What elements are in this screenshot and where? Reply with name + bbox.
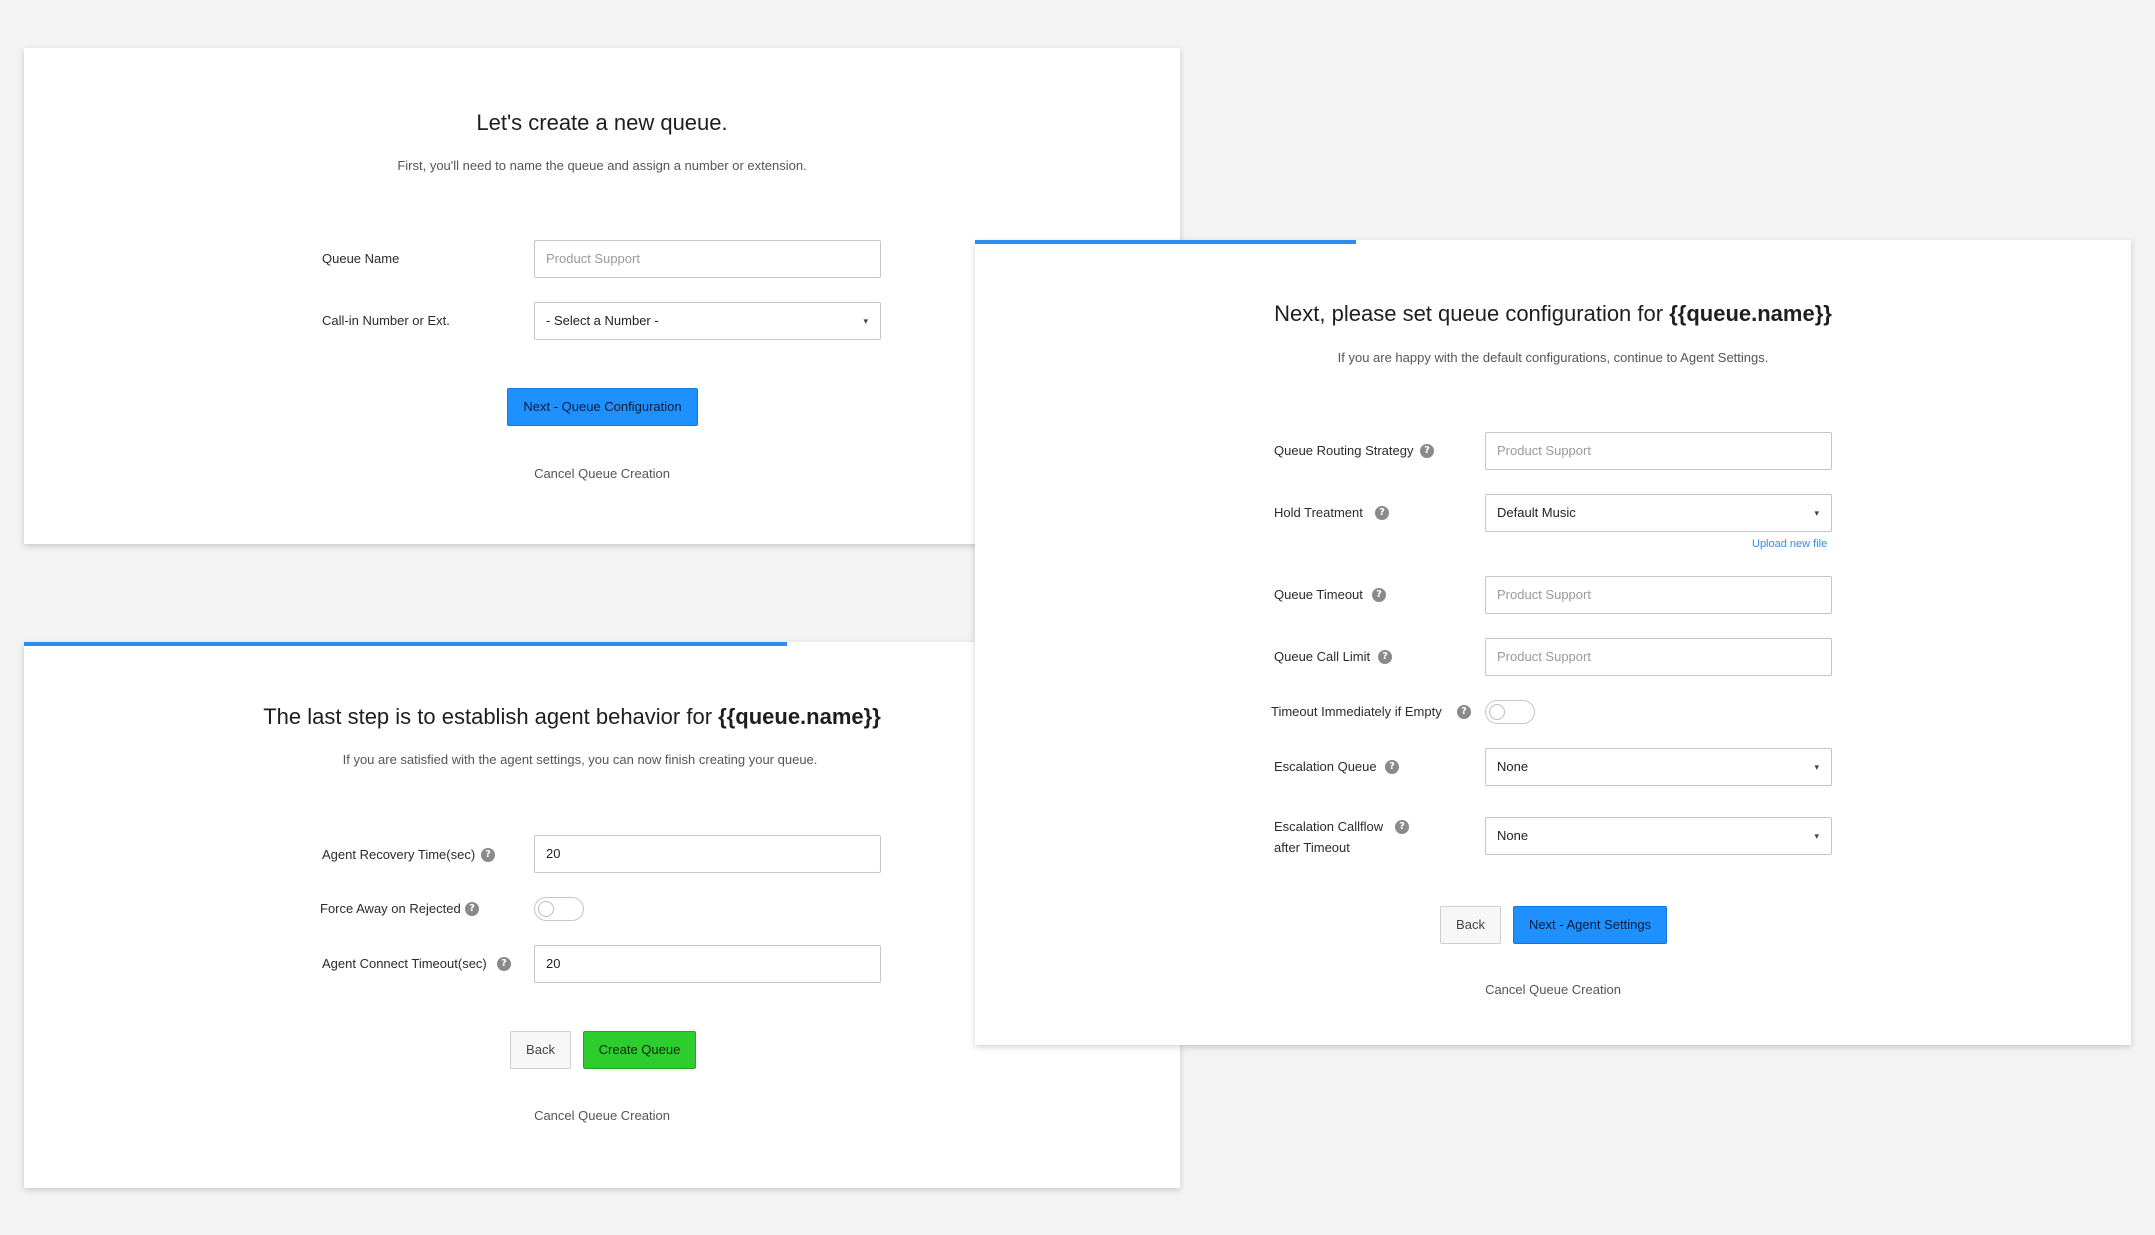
callin-number-select[interactable]: - Select a Number - ▾ — [534, 302, 881, 340]
step3-title-var: {{queue.name}} — [718, 704, 881, 729]
chevron-down-icon: ▾ — [1814, 831, 1819, 841]
step2-progress-bar — [975, 240, 1357, 244]
help-icon[interactable]: ? — [1385, 760, 1399, 774]
chevron-down-icon: ▾ — [863, 316, 868, 326]
step1-title: Let's create a new queue. — [476, 110, 728, 135]
agent-connect-timeout-label: Agent Connect Timeout(sec) — [322, 956, 487, 971]
timeout-empty-toggle[interactable] — [1485, 700, 1535, 724]
help-icon[interactable]: ? — [1375, 506, 1389, 520]
queue-call-limit-label: Queue Call Limit — [1274, 649, 1371, 664]
hold-treatment-value: Default Music — [1497, 505, 1576, 520]
cancel-queue-creation-link[interactable]: Cancel Queue Creation — [1453, 982, 1653, 997]
help-icon[interactable]: ? — [1457, 705, 1471, 719]
queue-name-label: Queue Name — [322, 251, 400, 266]
callin-number-value: - Select a Number - — [546, 313, 659, 328]
queue-call-limit-input[interactable]: Product Support — [1485, 638, 1832, 676]
help-icon[interactable]: ? — [497, 957, 511, 971]
step3-progress-bar — [24, 642, 787, 646]
toggle-knob — [538, 901, 554, 917]
help-icon[interactable]: ? — [1395, 820, 1409, 834]
force-away-label: Force Away on Rejected — [320, 901, 461, 916]
routing-strategy-label: Queue Routing Strategy — [1274, 443, 1414, 458]
help-icon[interactable]: ? — [1378, 650, 1392, 664]
create-queue-button[interactable]: Create Queue — [583, 1031, 696, 1069]
next-agent-settings-button[interactable]: Next - Agent Settings — [1513, 906, 1667, 944]
escalation-callflow-value: None — [1497, 828, 1529, 843]
agent-recovery-label: Agent Recovery Time(sec) — [322, 847, 476, 862]
step2-title: Next, please set queue configuration for… — [975, 301, 2131, 327]
back-button[interactable]: Back — [1440, 906, 1501, 944]
step2-subtitle: If you are happy with the default config… — [1337, 350, 1769, 365]
step1-subtitle: First, you'll need to name the queue and… — [397, 158, 807, 173]
hold-treatment-select[interactable]: Default Music ▾ — [1485, 494, 1832, 532]
cancel-queue-creation-link[interactable]: Cancel Queue Creation — [502, 1108, 702, 1123]
escalation-callflow-label: Escalation Callflow after Timeout — [1274, 816, 1383, 858]
step3-title-text: The last step is to establish agent beha… — [263, 704, 719, 729]
chevron-down-icon: ▾ — [1814, 762, 1819, 772]
help-icon[interactable]: ? — [481, 848, 495, 862]
escalation-queue-label: Escalation Queue — [1274, 759, 1377, 774]
hold-treatment-label: Hold Treatment — [1274, 505, 1363, 520]
step2-title-var: {{queue.name}} — [1669, 301, 1832, 326]
upload-new-file-link[interactable]: Upload new file — [1752, 538, 1827, 550]
escalation-queue-value: None — [1497, 759, 1529, 774]
help-icon[interactable]: ? — [1420, 444, 1434, 458]
cancel-queue-creation-link[interactable]: Cancel Queue Creation — [502, 466, 702, 481]
help-icon[interactable]: ? — [1372, 588, 1386, 602]
queue-timeout-input[interactable]: Product Support — [1485, 576, 1832, 614]
escalation-queue-select[interactable]: None ▾ — [1485, 748, 1832, 786]
callin-number-label: Call-in Number or Ext. — [322, 313, 450, 328]
help-icon[interactable]: ? — [465, 902, 479, 916]
step2-title-text: Next, please set queue configuration for — [1274, 301, 1670, 326]
queue-name-input[interactable]: Product Support — [534, 240, 881, 278]
step2-card: Next, please set queue configuration for… — [975, 240, 2131, 1045]
next-queue-configuration-button[interactable]: Next - Queue Configuration — [507, 388, 698, 426]
escalation-callflow-label-line2: after Timeout — [1274, 840, 1350, 855]
escalation-callflow-select[interactable]: None ▾ — [1485, 817, 1832, 855]
agent-connect-timeout-input[interactable]: 20 — [534, 945, 881, 983]
chevron-down-icon: ▾ — [1814, 508, 1819, 518]
back-button[interactable]: Back — [510, 1031, 571, 1069]
force-away-toggle[interactable] — [534, 897, 584, 921]
timeout-empty-label: Timeout Immediately if Empty — [1271, 704, 1442, 719]
escalation-callflow-label-line1: Escalation Callflow — [1274, 819, 1384, 834]
toggle-knob — [1489, 704, 1505, 720]
queue-timeout-label: Queue Timeout — [1274, 587, 1363, 602]
routing-strategy-input[interactable]: Product Support — [1485, 432, 1832, 470]
agent-recovery-input[interactable]: 20 — [534, 835, 881, 873]
